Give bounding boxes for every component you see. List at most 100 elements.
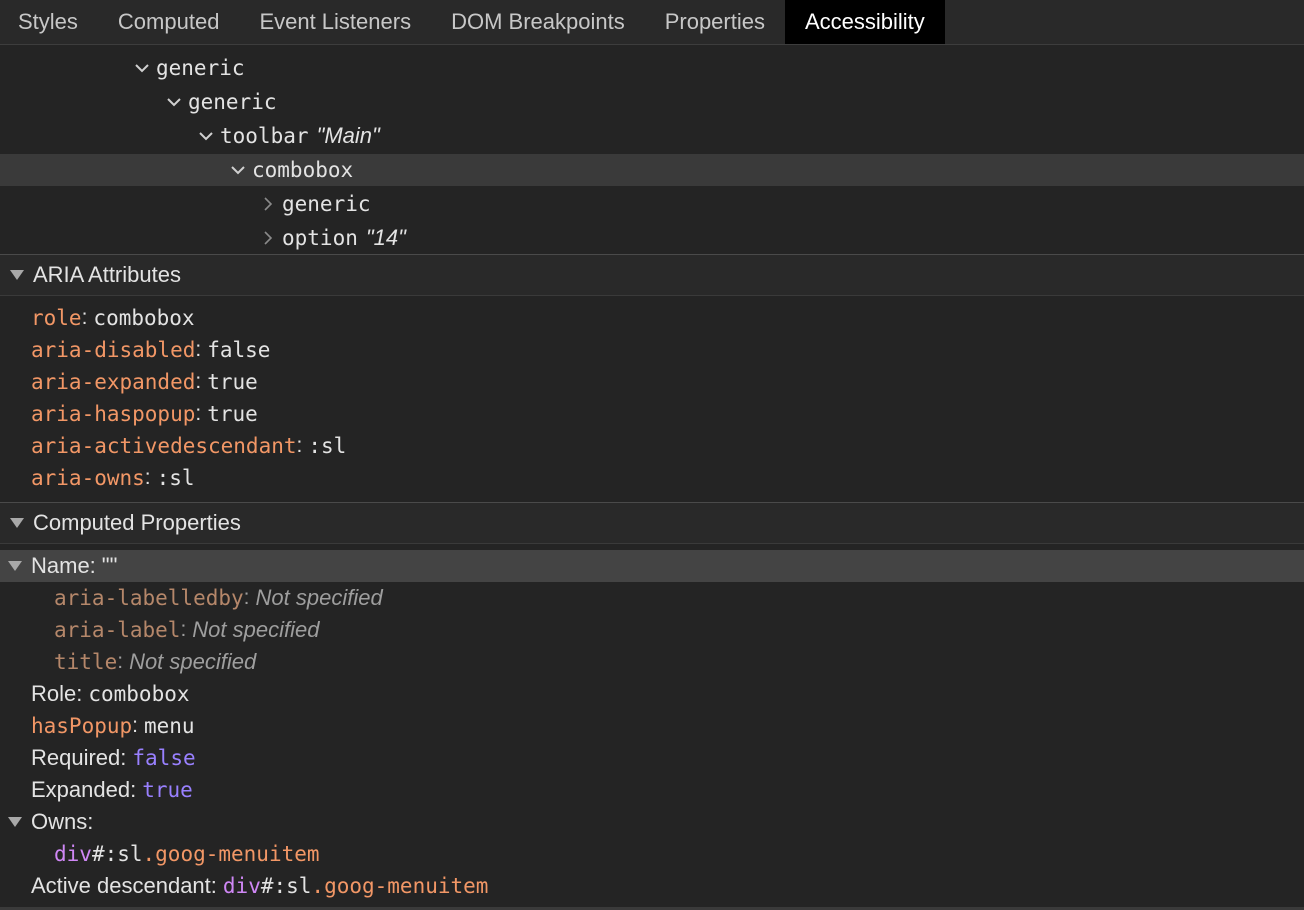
computed-name-row[interactable]: Name: "" — [0, 550, 1304, 582]
tab-event-listeners[interactable]: Event Listeners — [239, 0, 431, 44]
name-source-key: title — [54, 650, 118, 674]
triangle-down-icon[interactable] — [8, 817, 22, 827]
aria-attribute-row: aria-expanded: true — [0, 366, 1304, 398]
aria-attribute-row: aria-activedescendant::sl — [0, 430, 1304, 462]
triangle-down-icon — [10, 270, 24, 280]
role-label: Role: — [31, 681, 83, 706]
chevron-right-icon[interactable] — [256, 226, 280, 250]
haspopup-value: menu — [144, 714, 195, 738]
node-id: #:sl — [91, 842, 143, 866]
expanded-value: true — [142, 778, 193, 802]
tab-styles[interactable]: Styles — [0, 0, 98, 44]
owns-node-link[interactable]: div #:sl .goog-menuitem — [0, 838, 1304, 870]
node-tag: div — [54, 842, 92, 866]
haspopup-key: hasPopup — [31, 714, 133, 738]
section-title: ARIA Attributes — [33, 262, 181, 287]
attribute-value[interactable]: true — [207, 402, 258, 426]
separator: : — [81, 306, 88, 329]
triangle-down-icon — [10, 518, 24, 528]
computed-expanded-row: Expanded: true — [0, 774, 1304, 806]
separator: : — [195, 402, 202, 425]
accessibility-tree: generic generic toolbar "Main" combobox … — [0, 45, 1304, 255]
chevron-right-icon[interactable] — [256, 192, 280, 216]
chevron-down-icon[interactable] — [226, 158, 250, 182]
aria-attribute-row: aria-owns: :sl — [0, 462, 1304, 494]
aria-attribute-row: aria-disabled: false — [0, 334, 1304, 366]
separator: : — [117, 650, 124, 673]
name-source-value: Not specified — [255, 585, 383, 610]
chevron-down-icon[interactable] — [162, 90, 186, 114]
name-source-key: aria-label — [54, 618, 181, 642]
attribute-value[interactable]: combobox — [93, 306, 194, 330]
separator: : — [144, 466, 151, 489]
triangle-down-icon[interactable] — [8, 561, 22, 571]
tree-node-role: generic — [188, 90, 277, 114]
separator: : — [243, 586, 250, 609]
tab-properties[interactable]: Properties — [645, 0, 785, 44]
name-source-value: Not specified — [192, 617, 320, 642]
separator: : — [195, 370, 202, 393]
aria-attributes-header[interactable]: ARIA Attributes — [0, 254, 1304, 296]
attribute-value[interactable]: true — [207, 370, 258, 394]
separator: : — [180, 618, 187, 641]
name-source-row: aria-label: Not specified — [0, 614, 1304, 646]
tree-node-role: generic — [282, 192, 371, 216]
active-descendant-label: Active descendant: — [31, 873, 217, 898]
separator: : — [195, 338, 202, 361]
node-class: .goog-menuitem — [142, 842, 320, 866]
required-label: Required: — [31, 745, 127, 770]
aria-attribute-row: role: combobox — [0, 302, 1304, 334]
attribute-key: aria-activedescendant — [31, 434, 297, 458]
tree-node-role: option — [282, 226, 358, 250]
name-source-value: Not specified — [129, 649, 257, 674]
computed-required-row: Required: false — [0, 742, 1304, 774]
computed-haspopup-row: hasPopup: menu — [0, 710, 1304, 742]
sidebar-tab-bar: Styles Computed Event Listeners DOM Brea… — [0, 0, 1304, 45]
separator: : — [296, 434, 303, 457]
tree-node-generic[interactable]: generic — [0, 188, 1304, 220]
tree-node-role: toolbar — [220, 124, 309, 148]
attribute-value[interactable]: :sl — [157, 466, 195, 490]
tab-computed[interactable]: Computed — [98, 0, 240, 44]
expanded-label: Expanded: — [31, 777, 137, 802]
tab-accessibility[interactable]: Accessibility — [784, 0, 945, 44]
chevron-down-icon[interactable] — [194, 124, 218, 148]
computed-role-row: Role: combobox — [0, 678, 1304, 710]
tree-node-name: "14" — [365, 225, 406, 250]
chevron-down-icon[interactable] — [130, 56, 154, 80]
attribute-value[interactable]: :sl — [308, 434, 346, 458]
tree-node-role: combobox — [252, 158, 354, 182]
tab-dom-breakpoints[interactable]: DOM Breakpoints — [431, 0, 645, 44]
tree-node-option[interactable]: option "14" — [0, 222, 1304, 254]
required-value: false — [132, 746, 196, 770]
computed-active-descendant-row: Active descendant: div #:sl .goog-menuitem — [0, 870, 1304, 902]
computed-properties-header[interactable]: Computed Properties — [0, 502, 1304, 544]
name-source-key: aria-labelledby — [54, 586, 244, 610]
attribute-key: aria-haspopup — [31, 402, 196, 426]
role-value: combobox — [88, 682, 190, 706]
name-value: "" — [101, 553, 118, 578]
name-source-row: title: Not specified — [0, 646, 1304, 678]
owns-label: Owns: — [31, 809, 94, 834]
attribute-key: aria-owns — [31, 466, 145, 490]
node-tag: div — [222, 874, 261, 898]
tree-node-name: "Main" — [316, 123, 380, 148]
attribute-key: role — [31, 306, 82, 330]
node-class: .goog-menuitem — [311, 874, 489, 898]
active-descendant-node-link[interactable]: div #:sl .goog-menuitem — [223, 874, 489, 898]
tree-node-generic[interactable]: generic — [0, 52, 1304, 84]
tree-node-role: generic — [156, 56, 245, 80]
attribute-key: aria-disabled — [31, 338, 196, 362]
name-source-row: aria-labelledby: Not specified — [0, 582, 1304, 614]
name-label: Name: — [31, 553, 96, 578]
node-id: #:sl — [260, 874, 312, 898]
tree-node-combobox[interactable]: combobox — [0, 154, 1304, 186]
aria-attribute-row: aria-haspopup: true — [0, 398, 1304, 430]
attribute-key: aria-expanded — [31, 370, 196, 394]
attribute-value[interactable]: false — [207, 338, 270, 362]
computed-owns-row[interactable]: Owns: — [0, 806, 1304, 838]
tree-node-toolbar[interactable]: toolbar "Main" — [0, 120, 1304, 152]
separator: : — [132, 714, 138, 737]
section-title: Computed Properties — [33, 510, 241, 535]
tree-node-generic[interactable]: generic — [0, 86, 1304, 118]
